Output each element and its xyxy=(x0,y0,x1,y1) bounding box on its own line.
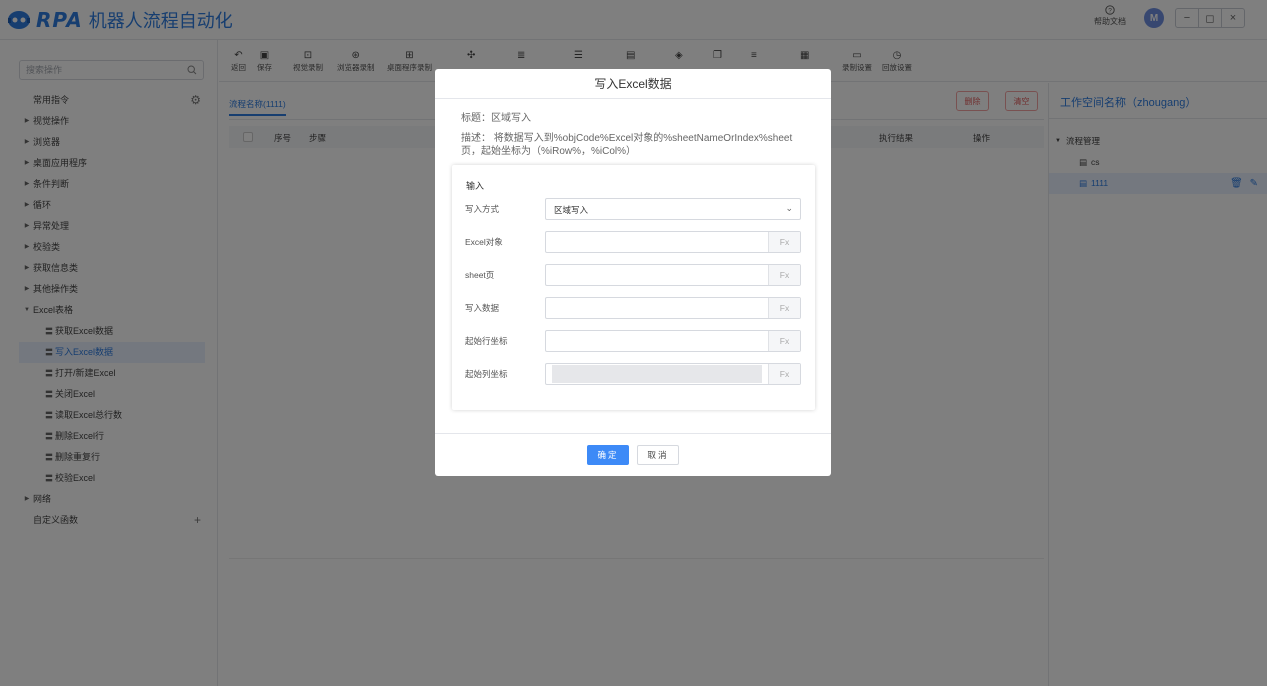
field-excel-object: Excel对象 Fx xyxy=(452,231,815,253)
write-data-input[interactable]: Fx xyxy=(545,297,801,319)
dialog-description-line-2: 页，起始坐标为（%iRow%，%iCol%） xyxy=(461,146,637,157)
excel-object-input[interactable]: Fx xyxy=(545,231,801,253)
field-label: 写入数据 xyxy=(465,303,500,313)
field-start-row: 起始行坐标 Fx xyxy=(452,330,815,352)
sheet-input[interactable]: Fx xyxy=(545,264,801,286)
field-write-data: 写入数据 Fx xyxy=(452,297,815,319)
fx-button[interactable]: Fx xyxy=(768,232,800,252)
input-section: 输入 写入方式 区域写入 ⌄ Excel对象 Fx sheet页 Fx 写入数据 xyxy=(452,165,815,410)
field-label: sheet页 xyxy=(465,270,495,280)
field-start-col: 起始列坐标 Fx xyxy=(452,363,815,385)
dialog-title: 写入Excel数据 xyxy=(435,69,831,99)
field-sheet: sheet页 Fx xyxy=(452,264,815,286)
write-mode-value: 区域写入 xyxy=(554,205,589,215)
dialog-subtitle: 标题：区域写入 xyxy=(461,113,531,124)
field-label: Excel对象 xyxy=(465,237,503,247)
start-row-input[interactable]: Fx xyxy=(545,330,801,352)
field-label: 起始列坐标 xyxy=(465,369,508,379)
write-mode-select[interactable]: 区域写入 ⌄ xyxy=(545,198,801,220)
fx-button[interactable]: Fx xyxy=(768,265,800,285)
field-write-mode: 写入方式 区域写入 ⌄ xyxy=(452,198,815,220)
start-col-input[interactable]: Fx xyxy=(545,363,801,385)
field-label: 起始行坐标 xyxy=(465,336,508,346)
dialog-description-line-1: 描述： 将数据写入到%objCode%Excel对象的%sheetNameOrI… xyxy=(461,133,793,144)
fx-button[interactable]: Fx xyxy=(768,331,800,351)
input-section-title: 输入 xyxy=(466,181,485,191)
chevron-down-icon: ⌄ xyxy=(785,203,793,213)
write-excel-dialog: 写入Excel数据 标题：区域写入 描述： 将数据写入到%objCode%Exc… xyxy=(435,69,831,476)
field-label: 写入方式 xyxy=(465,204,500,214)
cancel-button[interactable]: 取消 xyxy=(637,445,679,465)
fx-button[interactable]: Fx xyxy=(768,364,800,384)
confirm-button[interactable]: 确定 xyxy=(587,445,629,465)
fx-button[interactable]: Fx xyxy=(768,298,800,318)
